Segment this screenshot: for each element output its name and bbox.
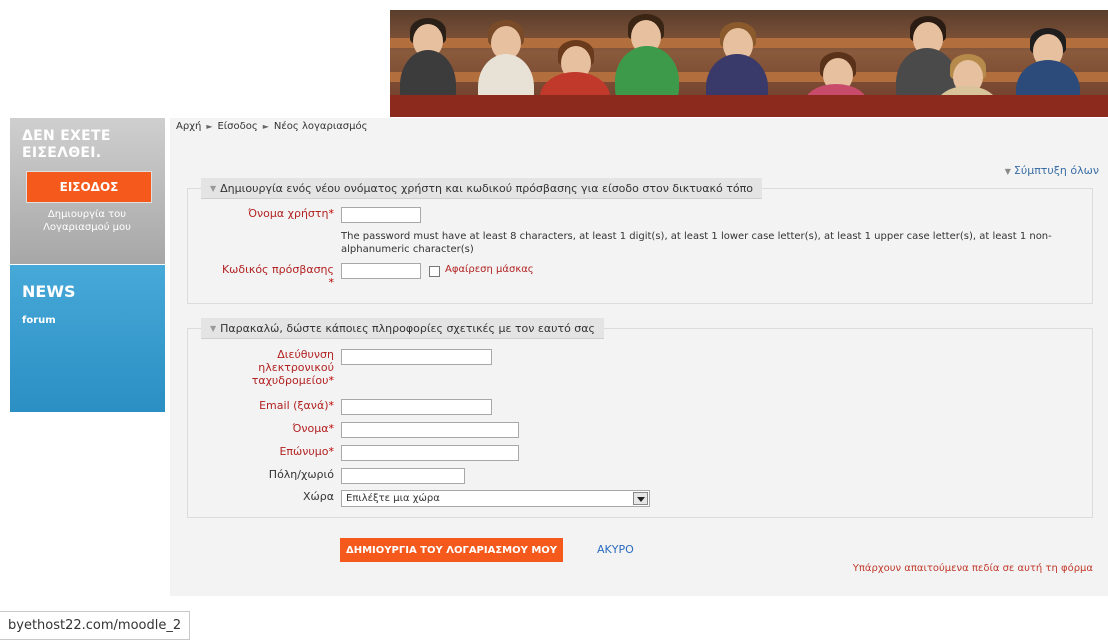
firstname-label: Όνομα* <box>188 422 334 435</box>
status-bar-url: byethost22.com/moodle_2 <box>0 611 191 640</box>
email-label-text: Διεύθυνση ηλεκτρονικού ταχυδρομείου <box>251 348 334 387</box>
breadcrumb-home[interactable]: Αρχή <box>176 121 201 132</box>
username-label: Όνομα χρήστη* <box>188 207 334 220</box>
personal-info-section: ▼ Παρακαλώ, δώστε κάποιες πληροφορίες σχ… <box>187 318 1093 518</box>
section-legend-personal: Παρακαλώ, δώστε κάποιες πληροφορίες σχετ… <box>220 321 595 335</box>
password-label: Κωδικός πρόσβασης * <box>188 263 334 289</box>
country-select[interactable]: Επιλέξτε μια χώρα <box>341 490 650 507</box>
country-label: Χώρα <box>303 490 334 503</box>
username-label-text: Όνομα χρήστη <box>248 207 329 220</box>
required-asterisk: * <box>328 399 335 412</box>
country-select-value: Επιλέξτε μια χώρα <box>346 493 440 504</box>
news-title: NEWS <box>22 282 76 301</box>
section-legend-credentials: Δημιουργία ενός νέου ονόματος χρήστη και… <box>220 181 753 195</box>
create-account-link[interactable]: Δημιουργία του Λογαριασμού μου <box>22 208 152 234</box>
email-again-input[interactable] <box>341 399 492 415</box>
signup-form-area: Αρχή ► Είσοδος ► Νέος λογαριασμός ▼ Σύμπτυξη … <box>170 118 1108 596</box>
login-block: ΔΕΝ ΕΧΕΤΕ ΕΙΣΕΛΘΕΙ. ΕΙΣΟΔΟΣ Δημιουργία τ… <box>10 118 165 264</box>
required-asterisk: * <box>328 207 335 220</box>
login-button[interactable]: ΕΙΣΟΔΟΣ <box>26 171 152 203</box>
required-asterisk: * <box>328 374 335 387</box>
required-asterisk: * <box>328 276 335 289</box>
section-header-credentials[interactable]: ▼ Δημιουργία ενός νέου ονόματος χρήστη κ… <box>201 178 762 199</box>
password-label-text: Κωδικός πρόσβασης <box>221 263 334 276</box>
username-input[interactable] <box>341 207 421 223</box>
news-block: NEWS forum <box>10 265 165 412</box>
lastname-input[interactable] <box>341 445 519 461</box>
required-asterisk: * <box>328 422 335 435</box>
email-again-label: Email (ξανά)* <box>188 399 334 412</box>
news-forum-link[interactable]: forum <box>22 315 56 326</box>
unmask-label[interactable]: Αφαίρεση μάσκας <box>445 264 534 275</box>
create-account-button[interactable]: ΔΗΜΙΟΥΡΓΙΑ ΤΟΥ ΛΟΓΑΡΙΑΣΜΟΥ ΜΟΥ <box>340 538 564 562</box>
lastname-label-text: Επώνυμο <box>279 445 329 458</box>
account-credentials-section: ▼ Δημιουργία ενός νέου ονόματος χρήστη κ… <box>187 178 1093 304</box>
email-input[interactable] <box>341 349 492 365</box>
required-asterisk: * <box>328 445 335 458</box>
breadcrumb: Αρχή ► Είσοδος ► Νέος λογαριασμός <box>176 121 368 132</box>
triangle-down-icon: ▼ <box>210 183 217 193</box>
password-input[interactable] <box>341 263 421 279</box>
lastname-label: Επώνυμο* <box>188 445 334 458</box>
dropdown-arrow-icon[interactable] <box>633 492 648 505</box>
collapse-all-label: Σύμπτυξη όλων <box>1013 164 1099 177</box>
login-status-title: ΔΕΝ ΕΧΕΤΕ ΕΙΣΕΛΘΕΙ. <box>22 128 111 161</box>
password-policy-hint: The password must have at least 8 charac… <box>341 231 1052 255</box>
city-input[interactable] <box>341 468 465 484</box>
breadcrumb-separator-icon: ► <box>262 122 269 131</box>
email-label: Διεύθυνση ηλεκτρονικού ταχυδρομείου* <box>248 348 334 387</box>
breadcrumb-separator-icon: ► <box>206 122 213 131</box>
header-banner-image <box>390 10 1108 117</box>
required-fields-note: Υπάρχουν απαιτούμενα πεδία σε αυτή τη φό… <box>852 563 1093 574</box>
email-again-label-text: Email (ξανά) <box>259 399 329 412</box>
city-label: Πόλη/χωριό <box>268 468 334 481</box>
section-header-personal[interactable]: ▼ Παρακαλώ, δώστε κάποιες πληροφορίες σχ… <box>201 318 604 339</box>
breadcrumb-login[interactable]: Είσοδος <box>217 121 257 132</box>
firstname-label-text: Όνομα <box>292 422 329 435</box>
collapse-all-link[interactable]: ▼ Σύμπτυξη όλων <box>1005 164 1099 177</box>
cancel-button[interactable]: ΑΚΥΡΟ <box>597 543 634 556</box>
firstname-input[interactable] <box>341 422 519 438</box>
unmask-checkbox[interactable] <box>429 266 440 277</box>
triangle-down-icon: ▼ <box>210 323 217 333</box>
breadcrumb-new-account: Νέος λογαριασμός <box>273 121 368 132</box>
triangle-down-icon: ▼ <box>1004 167 1011 176</box>
